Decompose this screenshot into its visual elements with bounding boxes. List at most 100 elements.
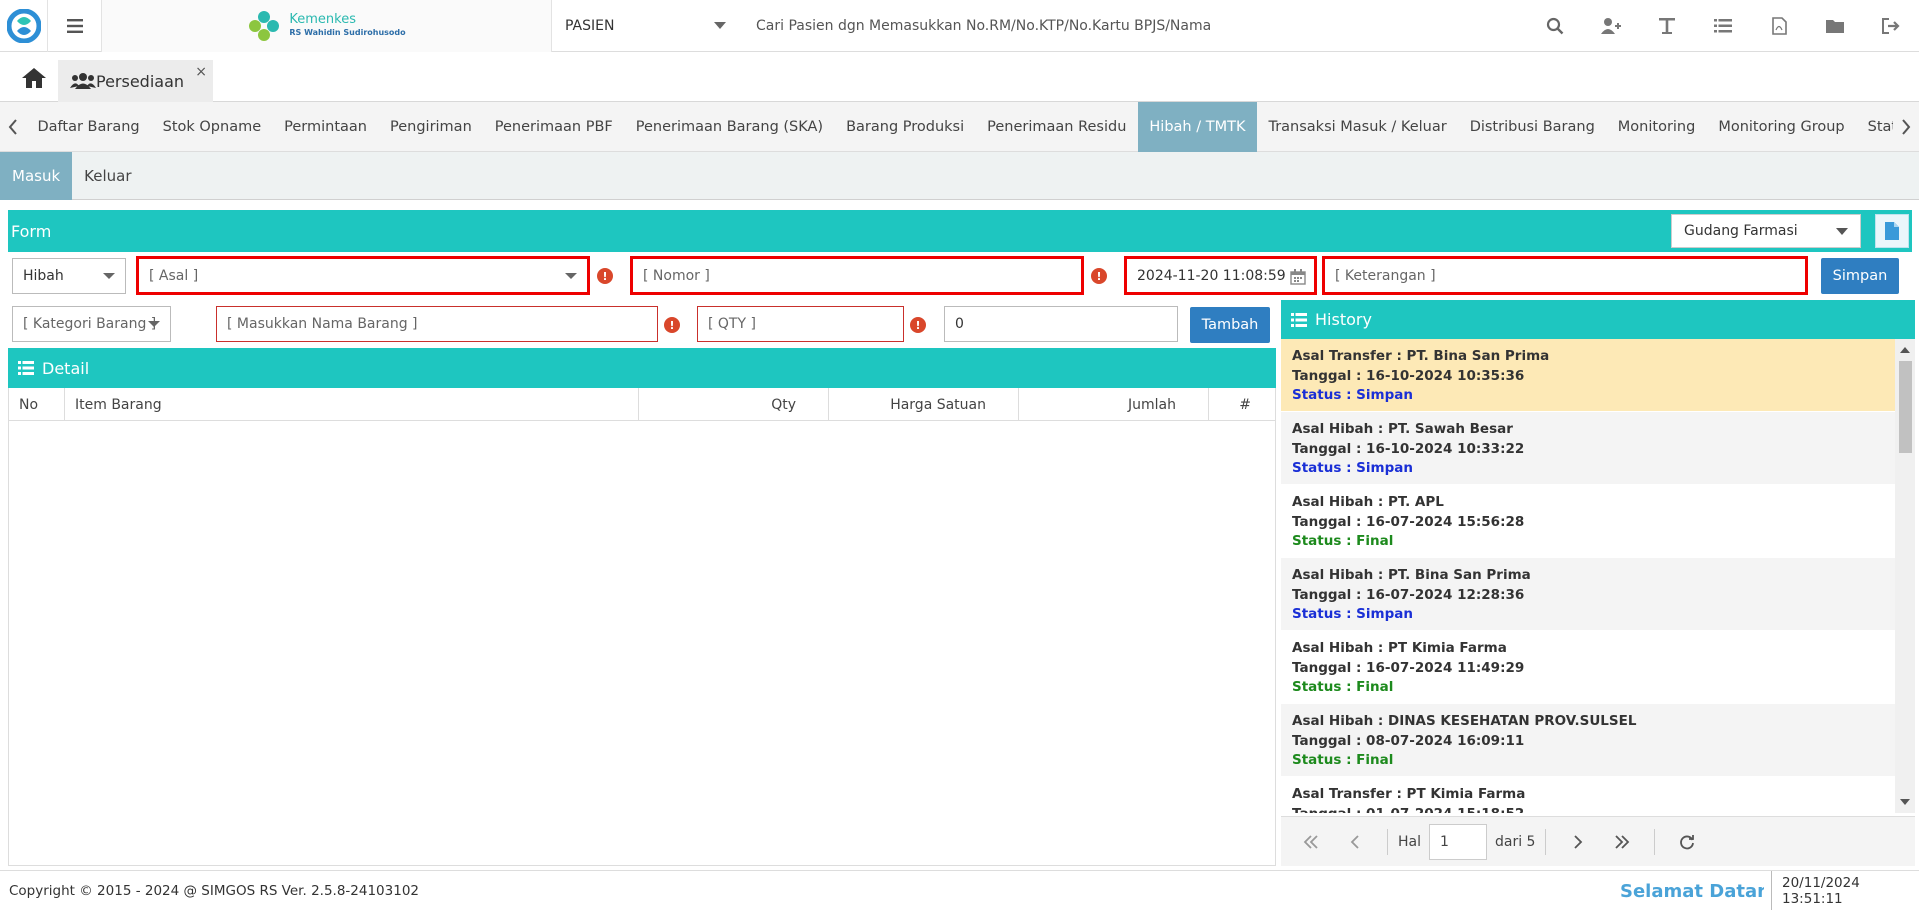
pager-hal-label: Hal <box>1398 833 1421 850</box>
simgos-logo-icon <box>6 9 41 43</box>
history-list: Asal Transfer : PT. Bina San Prima Tangg… <box>1281 339 1895 813</box>
new-document-button[interactable] <box>1875 214 1909 248</box>
text-button[interactable] <box>1639 0 1695 52</box>
menu-item-daftar-barang[interactable]: Daftar Barang <box>26 102 151 152</box>
history-status: Status : Simpan <box>1292 387 1413 403</box>
history-item[interactable]: Asal Hibah : PT. Sawah Besar Tanggal : 1… <box>1281 412 1895 485</box>
menu-item-penerimaan-pbf[interactable]: Penerimaan PBF <box>483 102 624 152</box>
add-patient-button[interactable] <box>1583 0 1639 52</box>
kategori-select[interactable]: [ Kategori Barang ] <box>12 306 171 342</box>
qty-warning-icon: ! <box>910 317 926 333</box>
menu-item-transaksi[interactable]: Transaksi Masuk / Keluar <box>1257 102 1458 152</box>
history-item[interactable]: Asal Hibah : PT Kimia Farma Tanggal : 16… <box>1281 631 1895 704</box>
tab-persediaan[interactable]: Persediaan × <box>58 60 213 102</box>
history-item[interactable]: Asal Transfer : PT Kimia Farma Tanggal :… <box>1281 777 1895 813</box>
nomor-placeholder: [ Nomor ] <box>643 267 710 284</box>
history-item[interactable]: Asal Hibah : PT. Bina San Prima Tanggal … <box>1281 558 1895 631</box>
menu-item-barang-produksi[interactable]: Barang Produksi <box>835 102 976 152</box>
chevron-right-icon <box>1902 118 1911 135</box>
history-scrollbar[interactable] <box>1895 339 1915 813</box>
calendar-icon[interactable] <box>1290 269 1306 285</box>
pdf-button[interactable] <box>1751 0 1807 52</box>
chevron-down-icon <box>148 321 160 327</box>
tanggal-value: 2024-11-20 11:08:59 <box>1137 267 1286 284</box>
refresh-button[interactable] <box>1665 817 1709 867</box>
menu-item-penerimaan-residu[interactable]: Penerimaan Residu <box>976 102 1138 152</box>
brand-name: Kemenkes <box>289 12 356 27</box>
tab-masuk[interactable]: Masuk <box>0 152 73 200</box>
jenis-select[interactable]: Hibah <box>12 258 126 294</box>
gudang-select[interactable]: Gudang Farmasi <box>1671 214 1861 248</box>
app-logo[interactable] <box>0 0 48 52</box>
chevron-down-icon <box>103 273 115 279</box>
home-tab[interactable] <box>12 60 56 96</box>
tambah-button[interactable]: Tambah <box>1190 307 1270 343</box>
menu-item-hibah-tmtk[interactable]: Hibah / TMTK <box>1137 101 1257 152</box>
tanggal-input[interactable]: 2024-11-20 11:08:59 <box>1124 256 1317 295</box>
history-status: Status : Final <box>1292 752 1394 768</box>
history-title: History <box>1315 310 1372 329</box>
scrollbar-thumb[interactable] <box>1899 361 1912 453</box>
menu-item-stok-opname[interactable]: Stok Opname <box>151 102 273 152</box>
simpan-button[interactable]: Simpan <box>1821 258 1899 294</box>
menu-scroll-right-button[interactable] <box>1893 102 1919 152</box>
list-button[interactable] <box>1695 0 1751 52</box>
history-header: History <box>1281 300 1915 339</box>
patient-search-input[interactable]: Cari Pasien dgn Memasukkan No.RM/No.KTP/… <box>756 0 1211 52</box>
scroll-up-icon[interactable] <box>1900 347 1910 353</box>
qty-input[interactable]: [ QTY ] <box>697 306 904 342</box>
history-item[interactable]: Asal Transfer : PT. Bina San Prima Tangg… <box>1281 339 1895 412</box>
tab-keluar[interactable]: Keluar <box>72 152 143 200</box>
history-item[interactable]: Asal Hibah : PT. APL Tanggal : 16-07-202… <box>1281 485 1895 558</box>
brand-hospital: RS Wahidin Sudirohusodo <box>289 28 406 37</box>
asal-placeholder: [ Asal ] <box>149 267 199 284</box>
menu-item-permintaan[interactable]: Permintaan <box>273 102 379 152</box>
brand-logo: Kemenkes RS Wahidin Sudirohusodo <box>102 0 552 52</box>
next-page-button[interactable] <box>1556 817 1600 867</box>
history-status: Status : Final <box>1292 679 1394 695</box>
file-icon <box>1885 222 1899 240</box>
chevron-left-icon <box>1350 834 1359 849</box>
menu-item-monitoring[interactable]: Monitoring <box>1606 102 1707 152</box>
module-tab-row: Persediaan × <box>0 52 1919 102</box>
nomor-input[interactable]: [ Nomor ] <box>630 256 1084 295</box>
first-page-button[interactable] <box>1289 817 1333 867</box>
search-button[interactable] <box>1527 0 1583 52</box>
detail-table: No Item Barang Qty Harga Satuan Jumlah # <box>8 388 1276 866</box>
logout-button[interactable] <box>1863 0 1919 52</box>
harga-input[interactable]: 0 <box>944 306 1178 342</box>
history-asal: Asal Transfer : PT. Bina San Prima <box>1292 348 1550 364</box>
menu-scroll-left-button[interactable] <box>0 102 26 152</box>
menu-item-monitoring-group[interactable]: Monitoring Group <box>1707 102 1856 152</box>
double-chevron-right-icon <box>1615 834 1630 849</box>
qty-placeholder: [ QTY ] <box>708 316 756 332</box>
history-asal: Asal Hibah : PT. Bina San Prima <box>1292 567 1531 583</box>
last-page-button[interactable] <box>1600 817 1644 867</box>
col-jumlah: Jumlah <box>1019 388 1209 421</box>
scroll-down-icon[interactable] <box>1900 799 1910 805</box>
history-item[interactable]: Asal Hibah : DINAS KESEHATAN PROV.SULSEL… <box>1281 704 1895 777</box>
hamburger-menu-button[interactable] <box>48 0 102 52</box>
footer-datetime: 20/11/2024 13:51:11 <box>1771 871 1919 910</box>
hamburger-icon <box>66 19 83 33</box>
asal-select[interactable]: [ Asal ] <box>136 256 590 295</box>
nomor-warning-icon: ! <box>1091 268 1107 284</box>
menu-item-penerimaan-ska[interactable]: Penerimaan Barang (SKA) <box>624 102 834 152</box>
detail-header: Detail <box>8 348 1276 388</box>
prev-page-button[interactable] <box>1333 817 1377 867</box>
page-number-input[interactable]: 1 <box>1429 823 1487 860</box>
kategori-placeholder: [ Kategori Barang ] <box>23 316 157 332</box>
history-tanggal: Tanggal : 16-07-2024 15:56:28 <box>1292 513 1525 530</box>
menu-item-status-mutasi[interactable]: Status Mutasi B <box>1856 102 1893 152</box>
keterangan-input[interactable]: [ Keterangan ] <box>1322 256 1808 295</box>
menu-item-distribusi[interactable]: Distribusi Barang <box>1458 102 1606 152</box>
col-item-barang: Item Barang <box>65 388 639 421</box>
list-icon <box>18 361 34 375</box>
pager-divider <box>1387 828 1388 855</box>
nama-barang-input[interactable]: [ Masukkan Nama Barang ] <box>216 306 658 342</box>
folder-button[interactable] <box>1807 0 1863 52</box>
menu-item-pengiriman[interactable]: Pengiriman <box>379 102 484 152</box>
page-number-value: 1 <box>1440 833 1449 850</box>
close-tab-icon[interactable]: × <box>195 64 207 80</box>
patient-type-select[interactable]: PASIEN <box>553 0 738 52</box>
